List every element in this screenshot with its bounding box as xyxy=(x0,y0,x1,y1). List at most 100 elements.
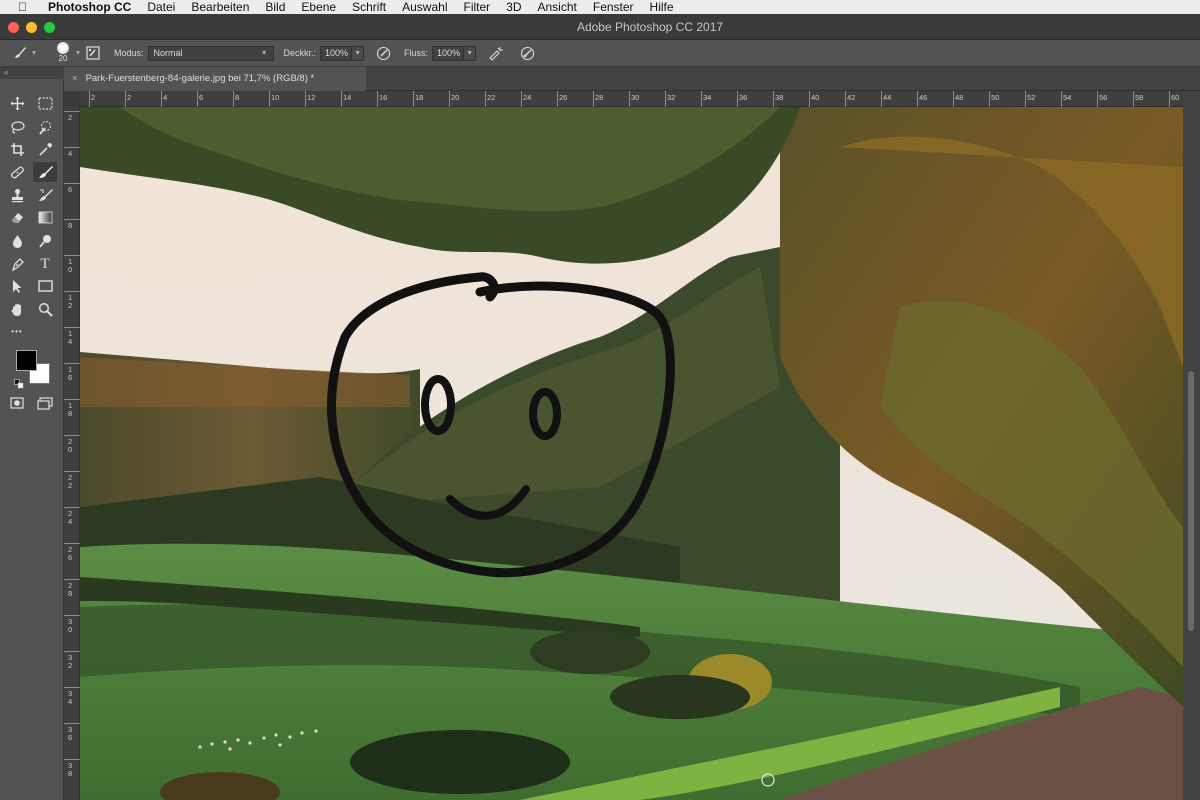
eraser-tool[interactable] xyxy=(5,207,29,227)
ruler-tick xyxy=(629,91,630,107)
mode-label: Modus: xyxy=(114,48,144,58)
ruler-label: 6 xyxy=(68,185,73,194)
rectangle-tool[interactable] xyxy=(33,276,57,296)
lasso-tool[interactable] xyxy=(5,117,29,137)
menu-bild[interactable]: Bild xyxy=(265,0,285,14)
dodge-tool[interactable] xyxy=(33,231,57,251)
ruler-tick xyxy=(64,291,80,292)
document-tab[interactable]: × Park-Fuerstenberg-84-galerie.jpg bei 71… xyxy=(64,67,366,91)
pressure-opacity-icon[interactable] xyxy=(374,46,392,61)
rectangle-shape-icon xyxy=(37,280,53,292)
brush-tool[interactable] xyxy=(33,162,57,182)
default-colors-icon[interactable] xyxy=(14,376,24,389)
ruler-tick xyxy=(64,399,80,400)
ruler-tick xyxy=(377,91,378,107)
opacity-label: Deckkr.: xyxy=(283,48,317,58)
quick-selection-tool[interactable] xyxy=(33,117,57,137)
more-dots-icon: ••• xyxy=(11,326,23,336)
brush-preset-icon[interactable] xyxy=(12,46,28,60)
ruler-tick xyxy=(701,91,702,107)
marquee-tool[interactable] xyxy=(33,93,57,113)
foreground-color-swatch[interactable] xyxy=(16,350,37,371)
quick-mask-button[interactable] xyxy=(5,393,29,413)
chevron-down-icon[interactable]: ▼ xyxy=(28,50,40,57)
ruler-label: 2 6 xyxy=(68,545,73,562)
rectangular-marquee-icon xyxy=(37,96,53,110)
menu-3d[interactable]: 3D xyxy=(506,0,521,14)
airbrush-icon[interactable] xyxy=(486,46,504,61)
gradient-tool[interactable] xyxy=(33,207,57,227)
menu-schrift[interactable]: Schrift xyxy=(352,0,386,14)
history-brush-tool[interactable] xyxy=(33,185,57,205)
ruler-tick xyxy=(773,91,774,107)
vertical-ruler[interactable]: 2 4 6 8 1 0 1 2 1 4 1 6 1 8 2 0 2 2 2 4 2 6 2 8 3 0 3 2… xyxy=(64,107,80,800)
ruler-tick xyxy=(197,91,198,107)
ruler-tick xyxy=(64,255,80,256)
ruler-label: 2 8 xyxy=(68,581,73,598)
chevron-down-icon[interactable]: ▼ xyxy=(72,50,84,57)
toolbar-collapse-button[interactable]: « xyxy=(0,67,64,79)
screen-mode-icon xyxy=(37,396,53,410)
menu-app-name[interactable]: Photoshop CC xyxy=(48,0,131,14)
ruler-label: 2 xyxy=(127,93,132,102)
horizontal-ruler[interactable]: 2 2 4 6 8 10 12 14 16 18 20 22 24 26 28 30 32 34 36 38 40 42 4… xyxy=(80,91,1183,107)
ruler-tick xyxy=(64,471,80,472)
flow-input[interactable]: 100% xyxy=(432,45,465,61)
menu-auswahl[interactable]: Auswahl xyxy=(402,0,447,14)
menu-datei[interactable]: Datei xyxy=(147,0,175,14)
ruler-label: 2 xyxy=(68,113,73,122)
ruler-tick xyxy=(64,363,80,364)
mode-select[interactable]: Normal ▼ xyxy=(147,45,274,61)
ruler-tick xyxy=(233,91,234,107)
type-tool[interactable]: T xyxy=(33,254,57,274)
menu-bearbeiten[interactable]: Bearbeiten xyxy=(191,0,249,14)
menu-ebene[interactable]: Ebene xyxy=(301,0,336,14)
path-selection-tool[interactable] xyxy=(5,276,29,296)
stamp-icon xyxy=(11,188,23,202)
ruler-label: 24 xyxy=(523,93,532,102)
ruler-tick xyxy=(64,147,80,148)
ruler-tick xyxy=(64,579,80,580)
clone-stamp-tool[interactable] xyxy=(5,185,29,205)
flow-dropdown-button[interactable]: ▼ xyxy=(464,45,477,61)
pressure-size-icon[interactable] xyxy=(518,46,536,61)
healing-brush-tool[interactable] xyxy=(5,162,29,182)
document-canvas[interactable] xyxy=(80,107,1183,800)
landscape-photo xyxy=(80,107,1183,800)
window-title: Adobe Photoshop CC 2017 xyxy=(576,20,724,34)
pen-tool[interactable] xyxy=(5,254,29,274)
screen-mode-button[interactable] xyxy=(33,393,57,413)
ruler-label: 2 2 xyxy=(68,473,73,490)
ruler-tick xyxy=(89,91,90,107)
ruler-tick xyxy=(1025,91,1026,107)
close-tab-icon[interactable]: × xyxy=(72,73,78,84)
opacity-input[interactable]: 100% xyxy=(320,45,353,61)
menu-filter[interactable]: Filter xyxy=(463,0,490,14)
opacity-dropdown-button[interactable]: ▼ xyxy=(352,45,365,61)
brush-settings-panel-icon[interactable] xyxy=(84,46,102,60)
brush-size-picker[interactable]: 20 xyxy=(54,41,72,65)
menu-hilfe[interactable]: Hilfe xyxy=(650,0,674,14)
edit-toolbar-button[interactable]: ••• xyxy=(5,321,29,341)
apple-icon[interactable]:  xyxy=(18,0,34,14)
hand-tool[interactable] xyxy=(5,299,29,319)
menu-ansicht[interactable]: Ansicht xyxy=(538,0,577,14)
move-tool[interactable] xyxy=(5,93,29,113)
cursor-arrow-icon xyxy=(12,279,21,293)
ruler-label: 52 xyxy=(1027,93,1036,102)
ruler-label: 32 xyxy=(667,93,676,102)
eyedropper-tool[interactable] xyxy=(33,139,57,159)
crop-icon xyxy=(10,142,24,156)
ruler-tick xyxy=(64,435,80,436)
blur-tool[interactable] xyxy=(5,231,29,251)
menu-fenster[interactable]: Fenster xyxy=(593,0,634,14)
ruler-label: 26 xyxy=(559,93,568,102)
ruler-label: 16 xyxy=(379,93,388,102)
vertical-scrollbar[interactable] xyxy=(1183,91,1200,800)
toolbox: T ••• xyxy=(0,79,64,800)
scrollbar-thumb[interactable] xyxy=(1188,371,1194,631)
zoom-tool[interactable] xyxy=(33,299,57,319)
ruler-origin[interactable] xyxy=(64,91,80,107)
ruler-tick xyxy=(64,687,80,688)
crop-tool[interactable] xyxy=(5,139,29,159)
